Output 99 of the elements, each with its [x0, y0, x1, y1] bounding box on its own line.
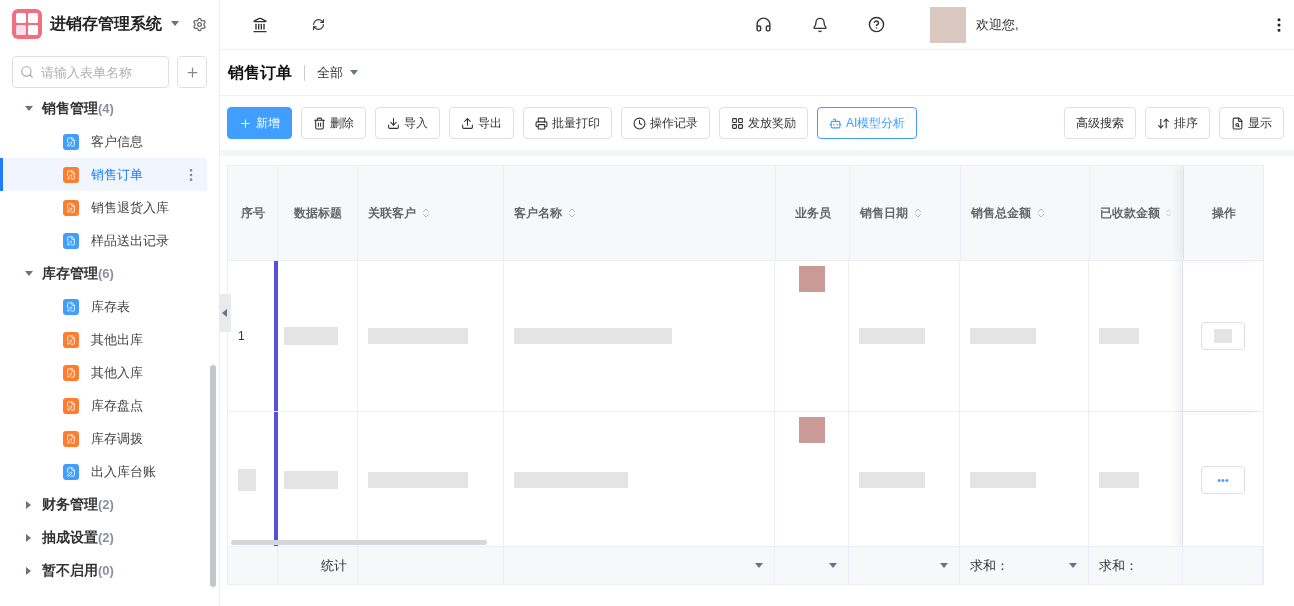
add-button[interactable] [177, 56, 207, 88]
sidebar-item[interactable]: 销售退货入库 [0, 191, 207, 224]
column-header: 业务员 [776, 166, 850, 260]
redacted-block [1214, 329, 1233, 343]
column-header: 操作 [1184, 166, 1263, 260]
search-field[interactable]: 请输入表单名称 [12, 56, 169, 88]
group-label: 销售管理(4) [42, 99, 114, 118]
import-icon [387, 116, 400, 130]
caret-icon [220, 308, 230, 318]
column-header[interactable]: 销售总金额 [961, 166, 1090, 260]
delete-icon [313, 116, 326, 130]
item-label: 其他入库 [91, 363, 143, 382]
sort-icon[interactable] [420, 207, 432, 219]
column-header[interactable]: 客户名称 [504, 166, 776, 260]
sidebar-item[interactable]: 库存盘点 [0, 389, 207, 422]
search-icon [20, 65, 34, 79]
item-label: 其他出库 [91, 330, 143, 349]
redacted-block [859, 472, 926, 488]
item-label: 库存盘点 [91, 396, 143, 415]
column-header: 数据标题 [278, 166, 358, 260]
row-action-button[interactable] [1201, 322, 1246, 350]
toolbar-button[interactable]: 排序 [1145, 107, 1210, 139]
logo-icon [12, 9, 42, 39]
scrollbar-thumb[interactable] [210, 365, 216, 587]
display-icon [1231, 116, 1244, 130]
redacted-block [1099, 328, 1140, 344]
sidebar-item[interactable]: 样品送出记录 [0, 224, 207, 257]
item-label: 销售退货入库 [91, 198, 169, 217]
item-label: 库存调拨 [91, 429, 143, 448]
toolbar-button[interactable]: 删除 [301, 107, 366, 139]
group-label: 暂不启用(0) [42, 561, 114, 580]
avatar [798, 266, 825, 292]
redacted-block [859, 328, 926, 344]
column-header[interactable]: 关联客户 [358, 166, 504, 260]
sidebar-group[interactable]: 库存管理(6) [0, 257, 219, 290]
plus-icon [184, 64, 200, 80]
sidebar-item[interactable]: 出入库台账 [0, 455, 207, 488]
sidebar-item[interactable]: 其他入库 [0, 356, 207, 389]
title-link-redacted [283, 327, 338, 345]
sidebar-item[interactable]: 销售订单 [0, 158, 207, 191]
summary-label: 统计 [320, 556, 347, 575]
sidebar-group[interactable]: 财务管理(2) [0, 488, 219, 521]
sort-icon[interactable] [566, 207, 578, 219]
column-header[interactable]: 销售日期 [850, 166, 961, 260]
column-header[interactable]: 已收款金额 [1090, 166, 1184, 260]
collapse-handle[interactable] [219, 294, 231, 332]
redacted-block [970, 328, 1037, 344]
sidebar-group[interactable]: 销售管理(4) [0, 92, 219, 125]
sidebar-item[interactable]: 其他出库 [0, 323, 207, 356]
settings-icon[interactable] [192, 16, 207, 32]
sum-label: 求和： [970, 556, 1010, 575]
filter-dropdown[interactable]: 全部 [317, 62, 359, 83]
sort-icon[interactable] [1035, 207, 1047, 219]
history-icon [633, 116, 646, 130]
toolbar-button[interactable]: 批量打印 [523, 107, 612, 139]
page-title: 销售订单 [228, 62, 292, 83]
redacted-block [238, 469, 256, 491]
group-label: 抽成设置(2) [42, 528, 114, 547]
toolbar-button[interactable]: 导入 [375, 107, 440, 139]
toolbar-button[interactable]: 显示 [1219, 107, 1284, 139]
sort-icon[interactable] [1164, 207, 1173, 219]
greeting: 欢迎您, [976, 15, 1019, 34]
toolbar-button[interactable]: 高级搜索 [1064, 107, 1136, 139]
avatar [798, 417, 825, 443]
sidebar-item[interactable]: 库存调拨 [0, 422, 207, 455]
item-label: 出入库台账 [91, 462, 156, 481]
sum-label: 求和： [1099, 556, 1139, 575]
bell-icon[interactable] [812, 16, 828, 33]
column-header: 序号 [228, 166, 278, 260]
reward-icon [731, 116, 744, 130]
sidebar-group[interactable]: 抽成设置(2) [0, 521, 219, 554]
avatar[interactable] [930, 6, 966, 43]
toolbar-button[interactable]: 发放奖励 [719, 107, 808, 139]
item-label: 销售订单 [91, 165, 143, 184]
ai-icon [829, 116, 842, 130]
export-icon [461, 116, 474, 130]
sort-icon [1157, 116, 1170, 130]
item-label: 库存表 [91, 297, 130, 316]
item-label: 客户信息 [91, 132, 143, 151]
bank-icon[interactable] [252, 16, 268, 33]
print-icon [535, 116, 548, 130]
group-label: 财务管理(2) [42, 495, 114, 514]
refresh-icon[interactable] [312, 18, 325, 31]
redacted-block [970, 472, 1037, 488]
group-label: 库存管理(6) [42, 264, 114, 283]
toolbar-button[interactable]: 导出 [449, 107, 514, 139]
headset-icon[interactable] [755, 16, 772, 33]
sidebar-item[interactable]: 库存表 [0, 290, 207, 323]
help-icon[interactable] [868, 16, 885, 33]
sidebar-group[interactable]: 暂不启用(0) [0, 554, 219, 587]
sidebar-item[interactable]: 客户信息 [0, 125, 207, 158]
add-icon [239, 116, 252, 130]
sort-icon[interactable] [912, 207, 924, 219]
title-link-redacted [283, 471, 338, 489]
redacted-block [1099, 472, 1140, 488]
horizontal-scrollbar[interactable] [231, 540, 487, 545]
toolbar-button[interactable]: 操作记录 [621, 107, 710, 139]
item-label: 样品送出记录 [91, 231, 169, 250]
app-title: 进销存管理系统 [50, 14, 162, 34]
